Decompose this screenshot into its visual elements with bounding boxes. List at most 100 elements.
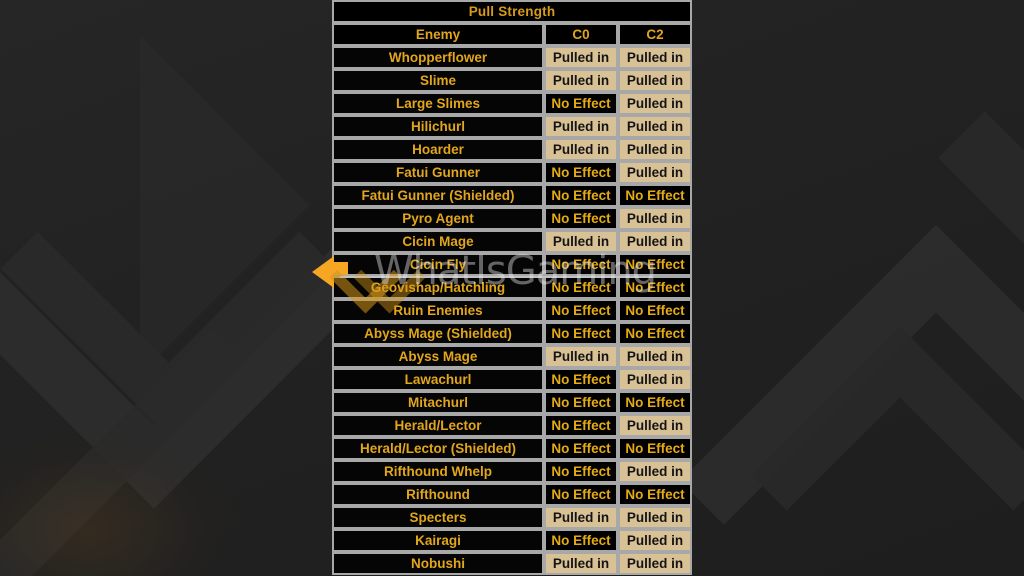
table-row: Rifthound Whelp No Effect Pulled in — [332, 460, 692, 483]
enemy-name-cell: Whopperflower — [332, 46, 544, 69]
c2-result-cell: Pulled in — [618, 460, 692, 483]
c2-result-cell: Pulled in — [618, 506, 692, 529]
c2-result-cell: No Effect — [618, 184, 692, 207]
c2-result-cell: No Effect — [618, 299, 692, 322]
enemy-name-cell: Abyss Mage (Shielded) — [332, 322, 544, 345]
enemy-name-cell: Specters — [332, 506, 544, 529]
enemy-name-cell: Cicin Fly — [332, 253, 544, 276]
c2-result-cell: Pulled in — [618, 138, 692, 161]
c0-result-cell: No Effect — [544, 299, 618, 322]
table-row: Geovishap/Hatchling No Effect No Effect — [332, 276, 692, 299]
c0-result-cell: No Effect — [544, 253, 618, 276]
c0-result-cell: No Effect — [544, 391, 618, 414]
table-row: Hoarder Pulled in Pulled in — [332, 138, 692, 161]
column-header-c0: C0 — [544, 23, 618, 46]
table-row: Nobushi Pulled in Pulled in — [332, 552, 692, 575]
c0-result-cell: No Effect — [544, 368, 618, 391]
c0-result-cell: Pulled in — [544, 138, 618, 161]
c0-result-cell: No Effect — [544, 460, 618, 483]
c2-result-cell: Pulled in — [618, 230, 692, 253]
table-row: Cicin Fly No Effect No Effect — [332, 253, 692, 276]
table-row: Lawachurl No Effect Pulled in — [332, 368, 692, 391]
enemy-name-cell: Slime — [332, 69, 544, 92]
table-row: Mitachurl No Effect No Effect — [332, 391, 692, 414]
c2-result-cell: Pulled in — [618, 161, 692, 184]
c0-result-cell: No Effect — [544, 276, 618, 299]
c0-result-cell: No Effect — [544, 437, 618, 460]
table-title-row: Pull Strength — [332, 0, 692, 23]
table-row: Large Slimes No Effect Pulled in — [332, 92, 692, 115]
table-row: Rifthound No Effect No Effect — [332, 483, 692, 506]
c2-result-cell: No Effect — [618, 276, 692, 299]
c2-result-cell: Pulled in — [618, 69, 692, 92]
table-row: Pyro Agent No Effect Pulled in — [332, 207, 692, 230]
c0-result-cell: Pulled in — [544, 345, 618, 368]
enemy-name-cell: Hilichurl — [332, 115, 544, 138]
table-row: Hilichurl Pulled in Pulled in — [332, 115, 692, 138]
table-title: Pull Strength — [332, 0, 692, 23]
column-header-c2: C2 — [618, 23, 692, 46]
enemy-name-cell: Rifthound Whelp — [332, 460, 544, 483]
table-row: Abyss Mage Pulled in Pulled in — [332, 345, 692, 368]
enemy-name-cell: Nobushi — [332, 552, 544, 575]
enemy-name-cell: Pyro Agent — [332, 207, 544, 230]
c0-result-cell: Pulled in — [544, 552, 618, 575]
table-row: Fatui Gunner No Effect Pulled in — [332, 161, 692, 184]
enemy-name-cell: Herald/Lector — [332, 414, 544, 437]
c2-result-cell: Pulled in — [618, 368, 692, 391]
c2-result-cell: No Effect — [618, 253, 692, 276]
enemy-name-cell: Lawachurl — [332, 368, 544, 391]
c0-result-cell: No Effect — [544, 207, 618, 230]
enemy-name-cell: Abyss Mage — [332, 345, 544, 368]
table-row: Kairagi No Effect Pulled in — [332, 529, 692, 552]
pull-strength-table-container: Pull Strength Enemy C0 C2 Whopperflower P… — [332, 0, 692, 575]
table-row: Herald/Lector (Shielded) No Effect No Effe… — [332, 437, 692, 460]
c2-result-cell: Pulled in — [618, 115, 692, 138]
c0-result-cell: Pulled in — [544, 46, 618, 69]
column-header-enemy: Enemy — [332, 23, 544, 46]
enemy-name-cell: Geovishap/Hatchling — [332, 276, 544, 299]
c2-result-cell: Pulled in — [618, 552, 692, 575]
c0-result-cell: No Effect — [544, 322, 618, 345]
c0-result-cell: No Effect — [544, 161, 618, 184]
c0-result-cell: No Effect — [544, 414, 618, 437]
c2-result-cell: Pulled in — [618, 529, 692, 552]
enemy-name-cell: Rifthound — [332, 483, 544, 506]
enemy-name-cell: Cicin Mage — [332, 230, 544, 253]
enemy-name-cell: Large Slimes — [332, 92, 544, 115]
table-row: Whopperflower Pulled in Pulled in — [332, 46, 692, 69]
enemy-name-cell: Fatui Gunner (Shielded) — [332, 184, 544, 207]
c0-result-cell: No Effect — [544, 184, 618, 207]
enemy-name-cell: Fatui Gunner — [332, 161, 544, 184]
c0-result-cell: Pulled in — [544, 115, 618, 138]
enemy-name-cell: Mitachurl — [332, 391, 544, 414]
c2-result-cell: Pulled in — [618, 46, 692, 69]
c0-result-cell: Pulled in — [544, 230, 618, 253]
table-row: Fatui Gunner (Shielded) No Effect No Effec… — [332, 184, 692, 207]
c2-result-cell: No Effect — [618, 483, 692, 506]
table-header-row: Enemy C0 C2 — [332, 23, 692, 46]
c2-result-cell: Pulled in — [618, 414, 692, 437]
enemy-name-cell: Ruin Enemies — [332, 299, 544, 322]
table-row: Slime Pulled in Pulled in — [332, 69, 692, 92]
table-row: Ruin Enemies No Effect No Effect — [332, 299, 692, 322]
enemy-name-cell: Hoarder — [332, 138, 544, 161]
c2-result-cell: Pulled in — [618, 207, 692, 230]
table-row: Specters Pulled in Pulled in — [332, 506, 692, 529]
c2-result-cell: Pulled in — [618, 92, 692, 115]
c0-result-cell: No Effect — [544, 92, 618, 115]
c0-result-cell: Pulled in — [544, 506, 618, 529]
table-row: Cicin Mage Pulled in Pulled in — [332, 230, 692, 253]
table-row: Herald/Lector No Effect Pulled in — [332, 414, 692, 437]
c2-result-cell: No Effect — [618, 322, 692, 345]
pull-strength-table: Pull Strength Enemy C0 C2 Whopperflower P… — [332, 0, 692, 575]
enemy-name-cell: Herald/Lector (Shielded) — [332, 437, 544, 460]
c2-result-cell: No Effect — [618, 391, 692, 414]
c2-result-cell: Pulled in — [618, 345, 692, 368]
c2-result-cell: No Effect — [618, 437, 692, 460]
table-row: Abyss Mage (Shielded) No Effect No Effect — [332, 322, 692, 345]
enemy-name-cell: Kairagi — [332, 529, 544, 552]
c0-result-cell: Pulled in — [544, 69, 618, 92]
c0-result-cell: No Effect — [544, 483, 618, 506]
c0-result-cell: No Effect — [544, 529, 618, 552]
